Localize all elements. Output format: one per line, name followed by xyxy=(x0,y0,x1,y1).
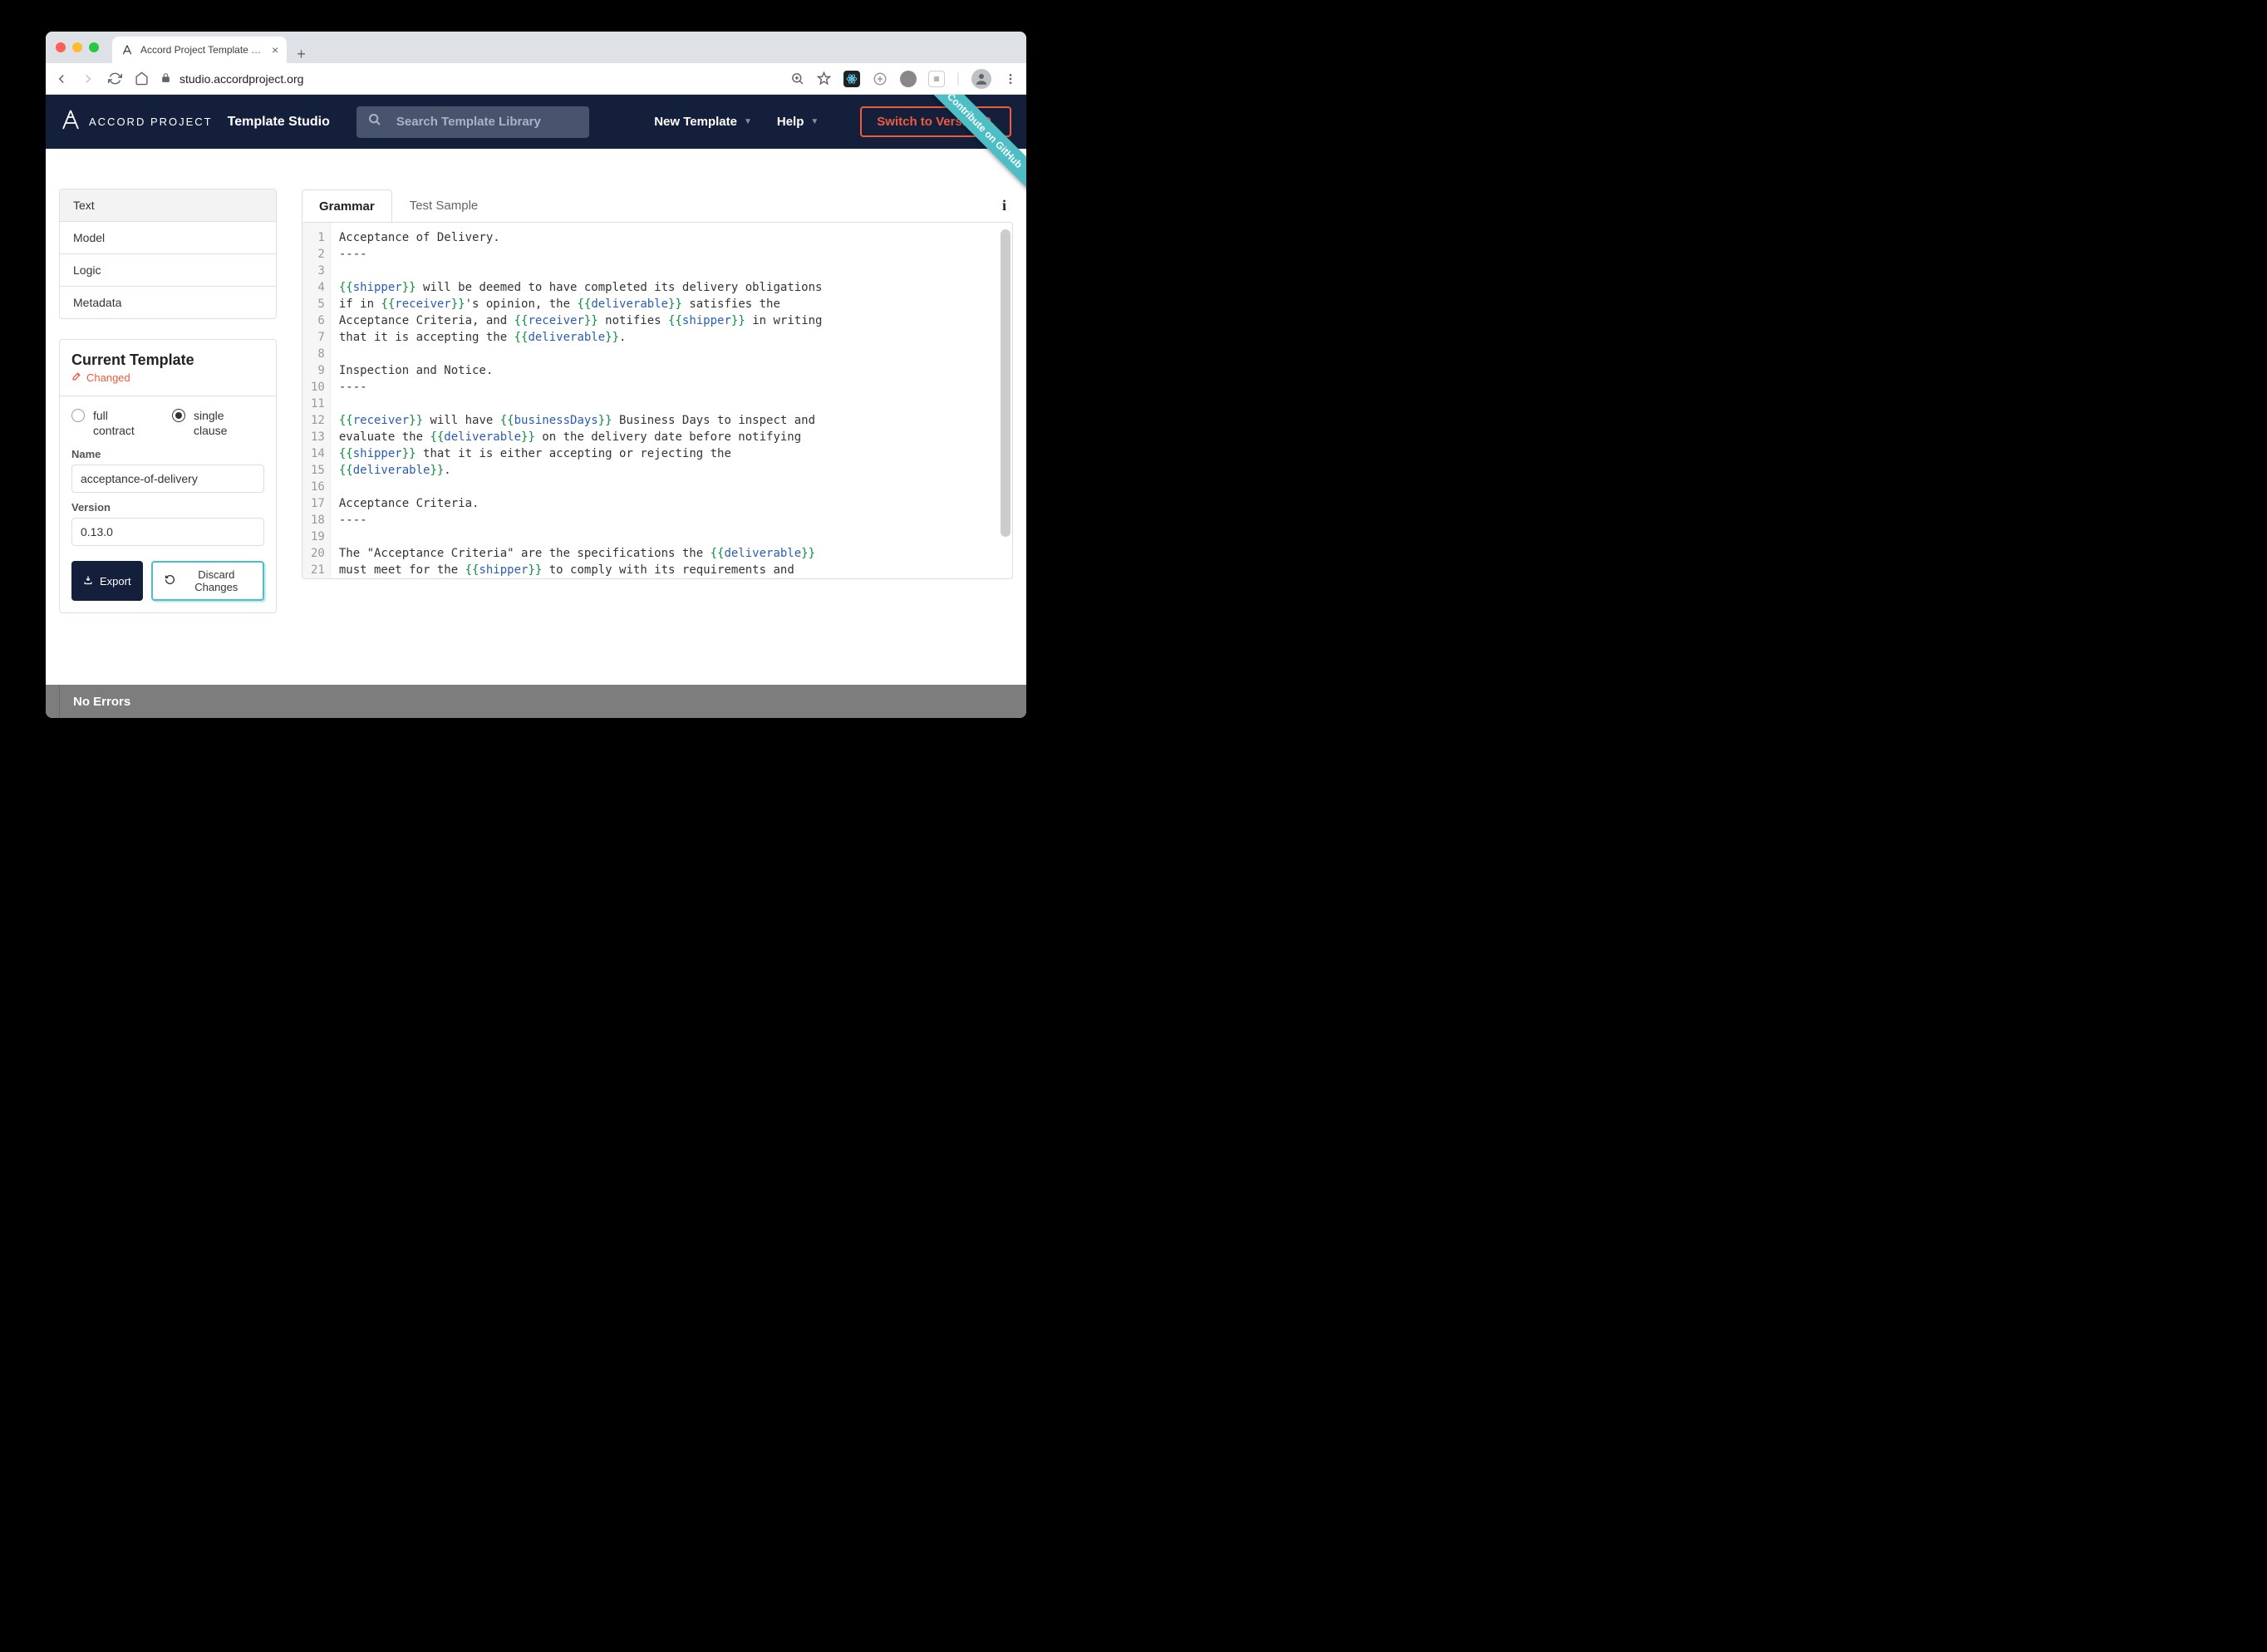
reload-icon[interactable] xyxy=(107,71,122,86)
search-icon xyxy=(368,113,381,130)
app-header: ACCORD PROJECT Template Studio New Templ… xyxy=(46,95,1026,149)
caret-down-icon: ▼ xyxy=(810,117,819,126)
new-template-menu[interactable]: New Template ▼ xyxy=(654,115,752,129)
editor-tab-grammar[interactable]: Grammar xyxy=(302,189,392,223)
scrollbar[interactable] xyxy=(1001,229,1011,537)
radio-checked-icon xyxy=(172,409,185,422)
url-text: studio.accordproject.org xyxy=(179,72,303,86)
extension-icon-3[interactable]: ▦ xyxy=(928,71,945,87)
bookmark-icon[interactable] xyxy=(817,71,832,86)
panel-title: Current Template xyxy=(71,352,264,369)
sidebar-tab-model[interactable]: Model xyxy=(60,222,276,254)
browser-toolbar: studio.accordproject.org ▦ | xyxy=(46,63,1026,95)
undo-icon xyxy=(165,574,175,588)
edit-icon xyxy=(71,371,82,384)
search-box[interactable] xyxy=(357,106,589,138)
line-gutter: 123456789101112131415161718192021 xyxy=(302,223,331,578)
accord-favicon-icon xyxy=(120,43,134,57)
home-icon[interactable] xyxy=(134,71,149,86)
app-title: Template Studio xyxy=(228,115,330,130)
back-icon[interactable] xyxy=(54,71,69,86)
sidebar-tab-logic[interactable]: Logic xyxy=(60,254,276,287)
download-icon xyxy=(83,575,93,588)
browser-tab-strip: Accord Project Template Studi × + xyxy=(46,32,1026,63)
browser-tab[interactable]: Accord Project Template Studi × xyxy=(112,37,287,63)
new-tab-button[interactable]: + xyxy=(297,46,306,63)
export-button[interactable]: Export xyxy=(71,561,143,601)
extension-icon-2[interactable] xyxy=(900,71,917,87)
status-bar: No Errors xyxy=(46,685,1026,718)
lock-icon xyxy=(160,72,171,86)
code-editor[interactable]: 123456789101112131415161718192021 Accept… xyxy=(302,222,1013,579)
react-devtools-icon[interactable] xyxy=(843,71,860,87)
zoom-icon[interactable] xyxy=(790,71,805,86)
brand-logo[interactable]: ACCORD PROJECT xyxy=(61,109,213,135)
version-input[interactable] xyxy=(71,518,264,546)
name-label: Name xyxy=(71,448,264,460)
editor-tab-bar: Grammar Test Sample i xyxy=(302,189,1013,222)
brand-text: ACCORD PROJECT xyxy=(89,116,213,128)
caret-down-icon: ▼ xyxy=(744,117,752,126)
window-maximize-icon[interactable] xyxy=(89,42,99,52)
address-bar[interactable]: studio.accordproject.org xyxy=(160,72,779,86)
editor-tab-test-sample[interactable]: Test Sample xyxy=(392,189,496,222)
radio-icon xyxy=(71,409,85,422)
sidebar-tabs: Text Model Logic Metadata xyxy=(59,189,277,319)
tab-title: Accord Project Template Studi xyxy=(140,44,265,56)
version-label: Version xyxy=(71,501,264,514)
status-text: No Errors xyxy=(73,695,130,709)
menu-icon[interactable] xyxy=(1003,71,1018,86)
name-input[interactable] xyxy=(71,465,264,493)
sidebar-tab-text[interactable]: Text xyxy=(60,189,276,222)
profile-avatar-icon[interactable] xyxy=(971,69,991,89)
radio-single-clause[interactable]: single clause xyxy=(172,408,235,438)
sidebar-tab-metadata[interactable]: Metadata xyxy=(60,287,276,318)
extension-icon[interactable] xyxy=(872,71,888,87)
discard-button[interactable]: Discard Changes xyxy=(151,561,264,601)
forward-icon[interactable] xyxy=(81,71,96,86)
changed-badge: Changed xyxy=(71,371,264,384)
window-minimize-icon[interactable] xyxy=(72,42,82,52)
current-template-panel: Current Template Changed full contract s… xyxy=(59,339,277,613)
tab-close-icon[interactable]: × xyxy=(272,43,278,57)
help-menu[interactable]: Help ▼ xyxy=(777,115,819,129)
info-icon[interactable]: i xyxy=(1002,197,1013,214)
search-input[interactable] xyxy=(396,115,578,129)
code-content[interactable]: Acceptance of Delivery.---- {{shipper}} … xyxy=(331,223,1012,578)
window-close-icon[interactable] xyxy=(56,42,66,52)
radio-full-contract[interactable]: full contract xyxy=(71,408,139,438)
accord-logo-icon xyxy=(61,109,81,135)
